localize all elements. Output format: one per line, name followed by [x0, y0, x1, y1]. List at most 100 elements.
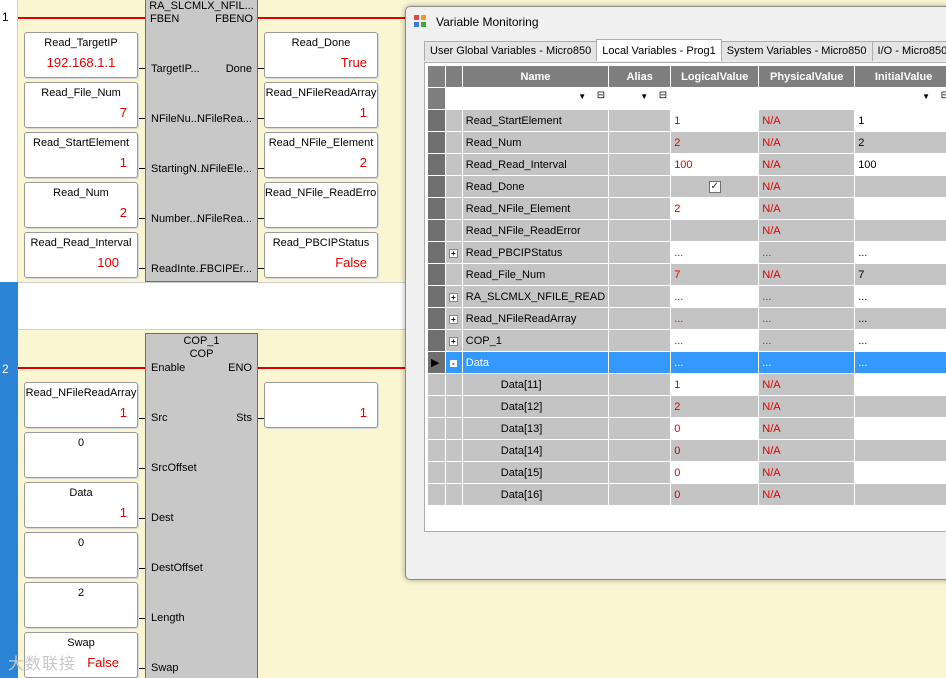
variable-row[interactable]: + Read_PBCIPStatus.........: [427, 241, 946, 264]
initial-value[interactable]: [854, 395, 946, 418]
row-expander[interactable]: +: [444, 285, 463, 308]
var-box-read-targetip[interactable]: Read_TargetIP 192.168.1.1: [24, 32, 138, 78]
variable-name[interactable]: Read_Read_Interval: [461, 153, 610, 176]
column-header-physicalvalue[interactable]: PhysicalValue: [758, 65, 856, 88]
column-header-name[interactable]: Name: [461, 65, 610, 88]
tab-system-variables[interactable]: System Variables - Micro850: [720, 41, 873, 61]
initial-value[interactable]: ...: [854, 351, 946, 374]
row-selector[interactable]: [427, 109, 446, 132]
variable-row[interactable]: + Read_NFileReadArray.........: [427, 307, 946, 330]
variable-name[interactable]: Read_StartElement: [461, 109, 610, 132]
expand-icon[interactable]: +: [448, 314, 458, 324]
row-selector[interactable]: [427, 175, 446, 198]
variable-alias[interactable]: [608, 483, 672, 506]
window-titlebar[interactable]: Variable Monitoring: [406, 7, 946, 37]
row-selector[interactable]: [427, 417, 446, 440]
variable-alias[interactable]: [608, 131, 672, 154]
initial-value[interactable]: [854, 483, 946, 506]
row-selector[interactable]: [427, 285, 446, 308]
row-selector[interactable]: [427, 307, 446, 330]
variable-row[interactable]: Read_Read_Interval 100 N/A 100: [427, 153, 946, 176]
variable-name[interactable]: Read_File_Num: [461, 263, 610, 286]
initial-value[interactable]: 2: [854, 131, 946, 154]
variable-alias[interactable]: [608, 351, 672, 374]
row-selector[interactable]: [427, 131, 446, 154]
variable-alias[interactable]: [608, 285, 672, 308]
var-box-src[interactable]: Read_NFileReadArray 1: [24, 382, 138, 428]
logical-value[interactable]: ...: [670, 329, 760, 352]
row-selector[interactable]: [427, 373, 446, 396]
child-row[interactable]: Data[16] 0 N/A: [427, 483, 946, 506]
filter-alias[interactable]: ▼ ⊟: [608, 87, 672, 110]
filter-icon[interactable]: ⊟: [597, 90, 605, 101]
variable-row[interactable]: + COP_1.........: [427, 329, 946, 352]
variable-monitoring-window[interactable]: Variable Monitoring User Global Variable…: [405, 6, 946, 580]
logical-value[interactable]: 2: [670, 131, 760, 154]
row-expander[interactable]: +: [444, 241, 463, 264]
checkbox-checked-icon[interactable]: ✓: [708, 181, 721, 193]
row-expander[interactable]: +: [444, 307, 463, 330]
initial-value[interactable]: [854, 175, 946, 198]
variable-name[interactable]: Data: [461, 351, 610, 374]
logical-value[interactable]: 0: [670, 483, 760, 506]
logical-value[interactable]: [670, 219, 760, 242]
column-header-initialvalue[interactable]: InitialValue: [854, 65, 946, 88]
row-selector[interactable]: [427, 263, 446, 286]
variable-name[interactable]: Read_NFileReadArray: [461, 307, 610, 330]
variable-name[interactable]: Data[13]: [461, 417, 610, 440]
variable-row[interactable]: Read_Done ✓ N/A: [427, 175, 946, 198]
variable-row[interactable]: + RA_SLCMLX_NFILE_READ.........: [427, 285, 946, 308]
variable-alias[interactable]: [608, 329, 672, 352]
logical-value[interactable]: 2: [670, 395, 760, 418]
var-box-read-done[interactable]: Read_Done True: [264, 32, 378, 78]
logical-value[interactable]: ...: [670, 285, 760, 308]
initial-value[interactable]: [854, 197, 946, 220]
variable-alias[interactable]: [608, 197, 672, 220]
initial-value[interactable]: 1: [854, 109, 946, 132]
variable-alias[interactable]: [608, 175, 672, 198]
variable-row[interactable]: Read_NFile_Element 2 N/A: [427, 197, 946, 220]
filter-logical[interactable]: [670, 87, 760, 110]
expand-icon[interactable]: +: [448, 248, 458, 258]
variable-name[interactable]: Read_Num: [461, 131, 610, 154]
var-box-read-nfile-element[interactable]: Read_NFile_Element 2: [264, 132, 378, 178]
logical-value[interactable]: 100: [670, 153, 760, 176]
dropdown-arrow-icon[interactable]: ▼: [640, 92, 648, 101]
initial-value[interactable]: ...: [854, 329, 946, 352]
logical-value[interactable]: 0: [670, 461, 760, 484]
variable-name[interactable]: Data[14]: [461, 439, 610, 462]
var-box-srcoffset[interactable]: 0: [24, 432, 138, 478]
variable-alias[interactable]: [608, 263, 672, 286]
column-header-logicalvalue[interactable]: LogicalValue: [670, 65, 760, 88]
row-selector[interactable]: ▶: [427, 351, 446, 374]
logical-value[interactable]: ...: [670, 307, 760, 330]
initial-value[interactable]: 100: [854, 153, 946, 176]
collapse-icon[interactable]: -: [448, 358, 458, 368]
initial-value[interactable]: [854, 373, 946, 396]
tab-local-variables[interactable]: Local Variables - Prog1: [596, 39, 722, 61]
variable-alias[interactable]: [608, 373, 672, 396]
filter-initial[interactable]: ▼⊟: [854, 87, 946, 110]
logical-value[interactable]: 0: [670, 417, 760, 440]
var-box-sts[interactable]: 1: [264, 382, 378, 428]
var-box-read-pbcipstatus[interactable]: Read_PBCIPStatus False: [264, 232, 378, 278]
variable-name[interactable]: Read_NFile_Element: [461, 197, 610, 220]
initial-value[interactable]: ...: [854, 285, 946, 308]
var-box-destoffset[interactable]: 0: [24, 532, 138, 578]
child-row[interactable]: Data[13] 0 N/A: [427, 417, 946, 440]
initial-value[interactable]: 7: [854, 263, 946, 286]
variable-name[interactable]: COP_1: [461, 329, 610, 352]
variable-alias[interactable]: [608, 109, 672, 132]
variable-alias[interactable]: [608, 417, 672, 440]
variable-row[interactable]: Read_StartElement 1 N/A 1: [427, 109, 946, 132]
tab-user-global-variables[interactable]: User Global Variables - Micro850: [424, 41, 598, 61]
child-row[interactable]: Data[12] 2 N/A: [427, 395, 946, 418]
row-expander[interactable]: +: [444, 329, 463, 352]
filter-physical[interactable]: [758, 87, 856, 110]
variable-alias[interactable]: [608, 219, 672, 242]
var-box-read-nfile-readerror[interactable]: Read_NFile_ReadError: [264, 182, 378, 228]
variable-name[interactable]: Read_PBCIPStatus: [461, 241, 610, 264]
row-selector[interactable]: [427, 395, 446, 418]
var-box-read-file-num[interactable]: Read_File_Num 7: [24, 82, 138, 128]
variable-row[interactable]: ▶ - Data.........: [427, 351, 946, 374]
